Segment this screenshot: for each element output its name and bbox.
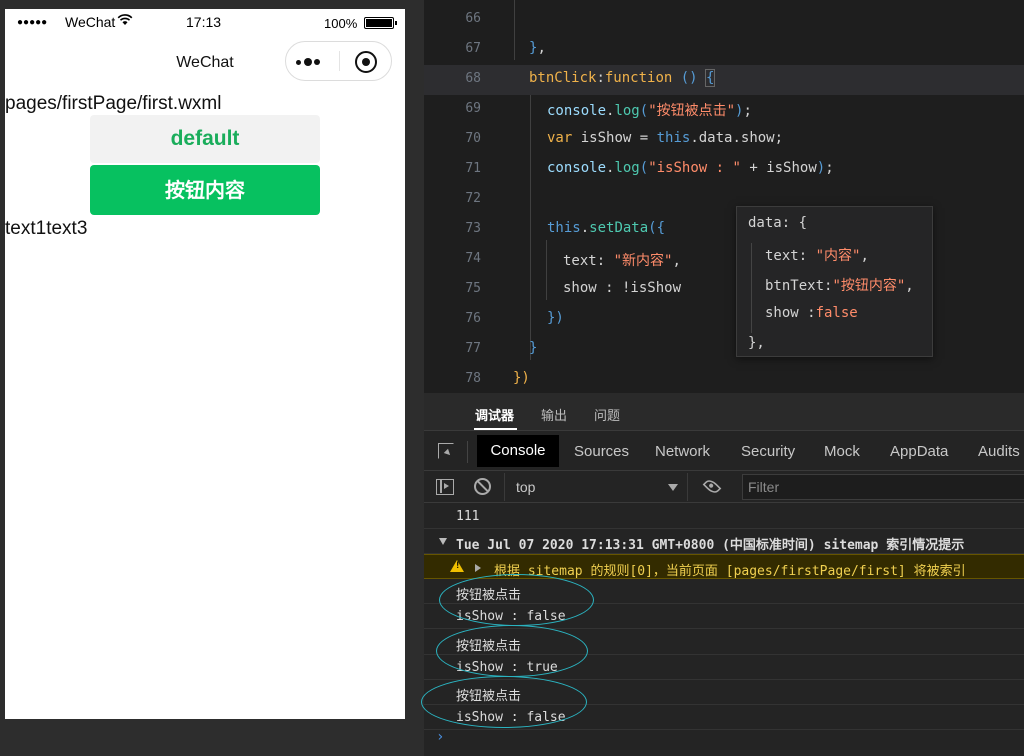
hover-line: btnText:"按钮内容", [765,278,914,294]
console-message: 111 [424,504,1024,529]
clear-console-icon[interactable] [474,478,491,495]
navigation-bar: WeChat [5,39,405,85]
tab-output[interactable]: 输出 [541,405,567,424]
hover-line: text: "内容", [765,248,869,264]
code-editor[interactable]: 66 67}, 68 btnClick:function () { 69 conso… [424,0,1024,393]
code-line: 67}, [465,40,546,56]
carrier-label: WeChat [65,14,116,30]
tab-debugger[interactable]: 调试器 [475,405,514,424]
expand-triangle-icon[interactable] [439,538,447,545]
hover-line: show :false [765,305,858,321]
primary-button[interactable]: 按钮内容 [90,165,320,215]
tab-mock[interactable]: Mock [824,443,860,460]
filter-input[interactable] [742,474,1024,500]
annotation-ellipse [421,676,587,728]
record-circle-icon[interactable] [355,51,377,73]
tab-network[interactable]: Network [655,443,710,460]
live-expression-eye-icon[interactable] [702,477,722,496]
text-output: text1text3 [5,218,88,239]
capsule-divider [339,51,340,71]
capsule-menu [285,41,392,81]
devtools-panel: 调试器 输出 问题 Console Sources Network Securi… [421,393,1024,756]
console-output: 111 Tue Jul 07 2020 17:13:31 GMT+0800 (中… [421,504,1024,756]
hover-line: data: { [748,215,808,231]
debugger-tabs: 调试器 输出 问题 [424,393,1024,431]
panel-tabs: Console Sources Network Security Mock Ap… [424,431,1024,471]
tab-sources[interactable]: Sources [574,443,629,460]
code-line: 69 console.log("按钮被点击"); [465,101,752,119]
code-line: 74 text: "新内容", [465,251,681,269]
chevron-down-icon [668,484,678,491]
code-line-current: 68 btnClick:function () { [424,65,1024,95]
battery-percent: 100% [324,16,358,31]
code-line: 73 this.setData({ [465,220,666,236]
show-sidebar-icon[interactable] [436,479,454,495]
tab-audits[interactable]: Audits [978,443,1020,460]
code-line: 76}) [465,310,564,326]
console-group-header[interactable]: Tue Jul 07 2020 17:13:31 GMT+0800 (中国标准时… [424,529,1024,554]
code-line: 70 var isShow = this.data.show; [465,130,784,146]
tab-console[interactable]: Console [477,435,559,467]
tab-problems[interactable]: 问题 [594,405,620,424]
page-path-text: pages/firstPage/first.wxml [5,93,222,114]
inspect-element-icon[interactable] [438,443,454,459]
clock-time: 17:13 [186,14,222,30]
code-line: 66 [465,11,481,26]
annotation-ellipse [436,625,588,677]
code-line: 75 show : !isShow [465,280,682,296]
console-toolbar: top [424,471,1024,503]
wifi-icon [117,13,133,30]
annotation-ellipse [439,574,594,626]
console-prompt[interactable]: › [436,729,444,745]
battery-icon [364,17,397,29]
context-value: top [516,479,536,495]
context-select[interactable]: top [504,473,688,501]
code-line: 78}) [465,370,530,386]
tab-appdata[interactable]: AppData [890,443,948,460]
more-dots-icon[interactable] [296,52,328,70]
warning-icon [450,560,464,572]
signal-icon: ●●●●● [17,17,48,28]
code-line: 71 console.log("isShow : " + isShow); [465,160,834,176]
default-button[interactable]: default [90,115,320,163]
code-line: 72 [465,191,481,206]
phone-screen: ●●●●● WeChat 17:13 100% WeChat pages/fir… [5,9,405,719]
active-tab-underline [474,428,517,430]
simulator-panel: ●●●●● WeChat 17:13 100% WeChat pages/fir… [0,0,424,756]
hover-tooltip: data: { text: "内容", btnText:"按钮内容", show… [736,206,933,357]
expand-arrow-icon[interactable] [475,564,481,572]
divider [467,441,468,463]
status-bar: ●●●●● WeChat 17:13 100% [5,9,405,37]
tab-security[interactable]: Security [741,443,795,460]
hover-line: }, [748,335,765,351]
code-line: 77} [465,340,538,356]
